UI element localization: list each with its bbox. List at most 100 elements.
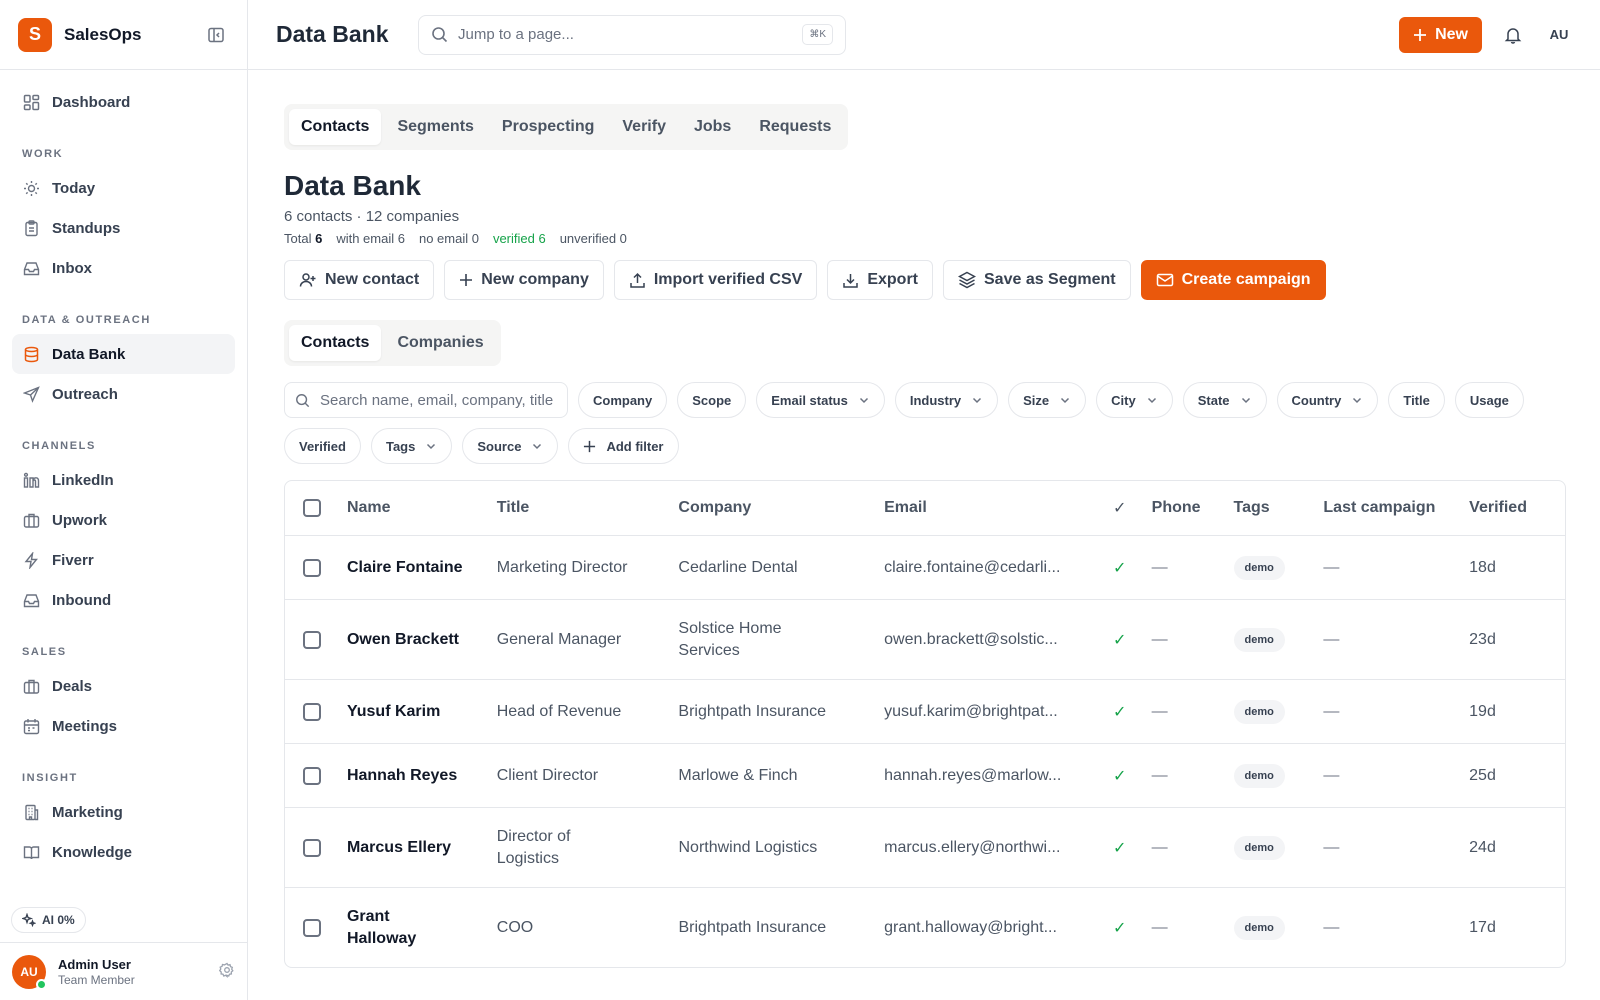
tag-badge[interactable]: demo: [1233, 555, 1285, 580]
filter-country[interactable]: Country: [1276, 382, 1379, 418]
contact-name[interactable]: Hannah Reyes: [339, 767, 489, 785]
contact-company[interactable]: Marlowe & Finch: [670, 767, 876, 785]
contact-search[interactable]: [284, 382, 568, 418]
row-checkbox[interactable]: [303, 702, 321, 721]
collapse-sidebar-icon[interactable]: [203, 22, 229, 48]
filter-industry[interactable]: Industry: [894, 382, 999, 418]
contact-name[interactable]: Marcus Ellery: [339, 839, 489, 857]
filter-source[interactable]: Source: [462, 428, 559, 464]
gear-icon[interactable]: [218, 962, 235, 981]
export-button[interactable]: Export: [827, 260, 933, 300]
sidebar-item-deals[interactable]: Deals: [12, 666, 235, 706]
tab-jobs[interactable]: Jobs: [682, 109, 743, 145]
filter-city[interactable]: City: [1096, 382, 1173, 418]
sidebar-item-today[interactable]: Today: [12, 168, 235, 208]
filter-title[interactable]: Title: [1388, 382, 1445, 418]
bell-icon[interactable]: [1504, 26, 1522, 44]
contact-email[interactable]: yusuf.karim@brightpat...: [876, 703, 1096, 721]
tab-verify[interactable]: Verify: [610, 109, 678, 145]
jump-search-input[interactable]: [458, 26, 803, 43]
contact-name[interactable]: Claire Fontaine: [339, 559, 489, 577]
column-header-name[interactable]: Name: [339, 499, 489, 517]
table-row[interactable]: Marcus Ellery Director of Logistics Nort…: [285, 807, 1565, 887]
contact-company[interactable]: Brightpath Insurance: [670, 919, 876, 937]
column-header-email[interactable]: Email: [876, 499, 1096, 517]
row-checkbox[interactable]: [303, 766, 321, 785]
table-row[interactable]: Yusuf Karim Head of Revenue Brightpath I…: [285, 679, 1565, 743]
table-row[interactable]: Owen Brackett General Manager Solstice H…: [285, 599, 1565, 679]
column-header-email-verified[interactable]: ✓: [1096, 498, 1144, 518]
tab-contacts[interactable]: Contacts: [289, 109, 382, 145]
row-checkbox[interactable]: [303, 918, 321, 937]
create-campaign-button[interactable]: Create campaign: [1140, 260, 1326, 300]
row-checkbox[interactable]: [303, 558, 321, 577]
tab-prospecting[interactable]: Prospecting: [490, 109, 606, 145]
tag-badge[interactable]: demo: [1233, 915, 1285, 940]
contact-company[interactable]: Solstice Home Services: [670, 618, 876, 662]
contact-company[interactable]: Cedarline Dental: [670, 559, 876, 577]
sidebar-item-knowledge[interactable]: Knowledge: [12, 832, 235, 872]
import-csv-button[interactable]: Import verified CSV: [613, 260, 818, 300]
filter-state[interactable]: State: [1182, 382, 1267, 418]
brand-logo[interactable]: S: [18, 17, 52, 52]
tag-badge[interactable]: demo: [1233, 835, 1285, 860]
contact-email[interactable]: claire.fontaine@cedarli...: [876, 559, 1096, 577]
sidebar-item-dashboard[interactable]: Dashboard: [12, 82, 235, 122]
contact-name[interactable]: Yusuf Karim: [339, 703, 489, 721]
contact-search-input[interactable]: [320, 391, 557, 409]
contact-email[interactable]: marcus.ellery@northwi...: [876, 839, 1096, 857]
sidebar-item-linkedin[interactable]: LinkedIn: [12, 460, 235, 500]
sidebar-item-meetings[interactable]: Meetings: [12, 706, 235, 746]
tab-companies-list[interactable]: Companies: [385, 325, 495, 361]
column-header-phone[interactable]: Phone: [1144, 499, 1226, 517]
sidebar-item-inbound[interactable]: Inbound: [12, 580, 235, 620]
sidebar-item-outreach[interactable]: Outreach: [12, 374, 235, 414]
column-header-tags[interactable]: Tags: [1226, 499, 1316, 517]
filter-size[interactable]: Size: [1008, 382, 1087, 418]
contact-email[interactable]: owen.brackett@solstic...: [876, 631, 1096, 649]
select-all-checkbox[interactable]: [303, 499, 321, 517]
tag-badge[interactable]: demo: [1233, 627, 1285, 652]
contact-name[interactable]: Owen Brackett: [339, 631, 489, 649]
sidebar-item-standups[interactable]: Standups: [12, 208, 235, 248]
column-header-title[interactable]: Title: [489, 499, 671, 517]
table-row[interactable]: Grant Halloway COO Brightpath Insurance …: [285, 887, 1565, 967]
table-row[interactable]: Hannah Reyes Client Director Marlowe & F…: [285, 743, 1565, 807]
sidebar-item-inbox[interactable]: Inbox: [12, 248, 235, 288]
contact-name[interactable]: Grant Halloway: [339, 906, 489, 950]
contact-email[interactable]: hannah.reyes@marlow...: [876, 767, 1096, 785]
new-button[interactable]: New: [1399, 16, 1482, 53]
tag-badge[interactable]: demo: [1233, 763, 1285, 788]
column-header-verified[interactable]: Verified: [1461, 499, 1565, 517]
user-card[interactable]: AU Admin User Team Member: [0, 942, 247, 1000]
filter-usage[interactable]: Usage: [1454, 382, 1524, 418]
filter-verified[interactable]: Verified: [284, 428, 361, 464]
save-segment-button[interactable]: Save as Segment: [943, 260, 1131, 300]
tab-requests[interactable]: Requests: [747, 109, 843, 145]
filter-company[interactable]: Company: [578, 382, 668, 418]
tag-badge[interactable]: demo: [1233, 699, 1285, 724]
filter-tags[interactable]: Tags: [370, 428, 453, 464]
table-row[interactable]: Claire Fontaine Marketing Director Cedar…: [285, 535, 1565, 599]
contact-email[interactable]: grant.halloway@bright...: [876, 919, 1096, 937]
contact-company[interactable]: Northwind Logistics: [670, 839, 876, 857]
sidebar-item-marketing[interactable]: Marketing: [12, 792, 235, 832]
sidebar-item-data-bank[interactable]: Data Bank: [12, 334, 235, 374]
column-header-last-campaign[interactable]: Last campaign: [1315, 499, 1461, 517]
tab-contacts-list[interactable]: Contacts: [289, 325, 382, 361]
row-checkbox[interactable]: [303, 630, 321, 649]
add-filter-button[interactable]: Add filter: [568, 428, 679, 464]
new-company-button[interactable]: New company: [444, 260, 604, 300]
column-header-company[interactable]: Company: [670, 499, 876, 517]
sidebar-item-fiverr[interactable]: Fiverr: [12, 540, 235, 580]
filter-email-status[interactable]: Email status: [756, 382, 885, 418]
jump-to-page-search[interactable]: ⌘K: [418, 14, 846, 55]
tab-segments[interactable]: Segments: [385, 109, 485, 145]
filter-scope[interactable]: Scope: [677, 382, 747, 418]
new-contact-button[interactable]: New contact: [284, 260, 435, 300]
row-checkbox[interactable]: [303, 838, 321, 857]
sidebar-item-upwork[interactable]: Upwork: [12, 500, 235, 540]
user-avatar-button[interactable]: AU: [1542, 18, 1576, 52]
contact-company[interactable]: Brightpath Insurance: [670, 703, 876, 721]
ai-usage-chip[interactable]: AI 0%: [11, 907, 86, 933]
